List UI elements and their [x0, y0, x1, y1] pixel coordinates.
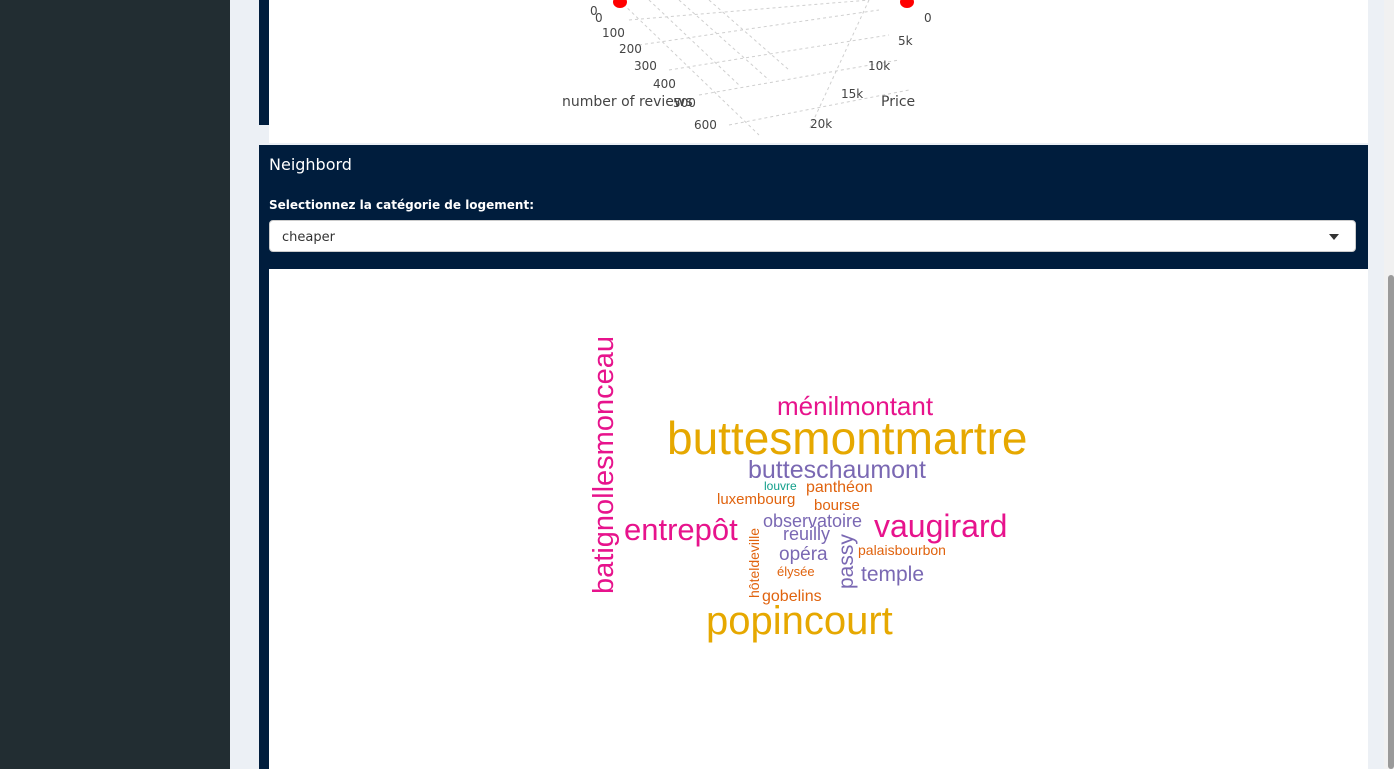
wordcloud-word: hôteldeville: [746, 527, 762, 598]
wordcloud-word: palaisbourbon: [858, 542, 946, 558]
data-point[interactable]: [900, 0, 914, 8]
category-select[interactable]: cheaper: [269, 220, 1356, 252]
x-axis-title: number of reviews: [562, 94, 693, 110]
wordcloud-word: bourse: [814, 497, 860, 514]
category-select-label: Selectionnez la catégorie de logement:: [269, 198, 534, 212]
data-point[interactable]: [613, 0, 627, 8]
y-tick: 10k: [868, 59, 890, 73]
wordcloud-word: popincourt: [706, 599, 893, 643]
x-tick: 400: [653, 77, 676, 91]
wordcloud-word: opéra: [779, 544, 828, 565]
wordcloud-word: gobelins: [762, 588, 822, 605]
x-tick: 300: [634, 59, 657, 73]
x-tick: 0: [595, 11, 603, 25]
y-tick: 0: [924, 11, 932, 25]
y-tick: 20k: [810, 117, 832, 131]
chevron-down-icon[interactable]: [1329, 234, 1339, 240]
x-tick: 600: [694, 118, 717, 132]
sidebar: [0, 0, 230, 769]
wordcloud-word: ménilmontant: [777, 391, 934, 421]
wordcloud: buttesmontmartre popincourt ménilmontant…: [269, 269, 1368, 769]
category-select-value: cheaper: [282, 230, 335, 245]
wordcloud-word: élysée: [777, 564, 815, 579]
wordcloud-word: louvre: [764, 479, 797, 493]
y-axis-title: Price: [881, 94, 915, 110]
x-tick: 200: [619, 42, 642, 56]
wordcloud-word: luxembourg: [717, 491, 796, 508]
wordcloud-word: panthéon: [806, 479, 873, 496]
x-tick: 100: [602, 26, 625, 40]
scatter3d-plot[interactable]: 0 0 100 200 300 400 500 600 number of re…: [269, 0, 1368, 143]
scrollbar-thumb[interactable]: [1388, 275, 1394, 769]
wordcloud-word: batignollesmonceau: [588, 336, 620, 594]
box-title: Neighbord: [269, 155, 352, 174]
y-tick: 15k: [841, 87, 863, 101]
wordcloud-word: buttesmontmartre: [667, 412, 1028, 464]
scatter3d-grid: [618, 0, 910, 136]
y-tick: 5k: [898, 34, 913, 48]
wordcloud-word: entrepôt: [624, 512, 738, 547]
wordcloud-word: passy: [835, 534, 858, 589]
scatter3d-svg[interactable]: 0 0 100 200 300 400 500 600 number of re…: [269, 0, 1368, 143]
wordcloud-word: vaugirard: [874, 508, 1008, 544]
wordcloud-word: reuilly: [783, 524, 831, 544]
wordcloud-word: temple: [861, 563, 925, 586]
